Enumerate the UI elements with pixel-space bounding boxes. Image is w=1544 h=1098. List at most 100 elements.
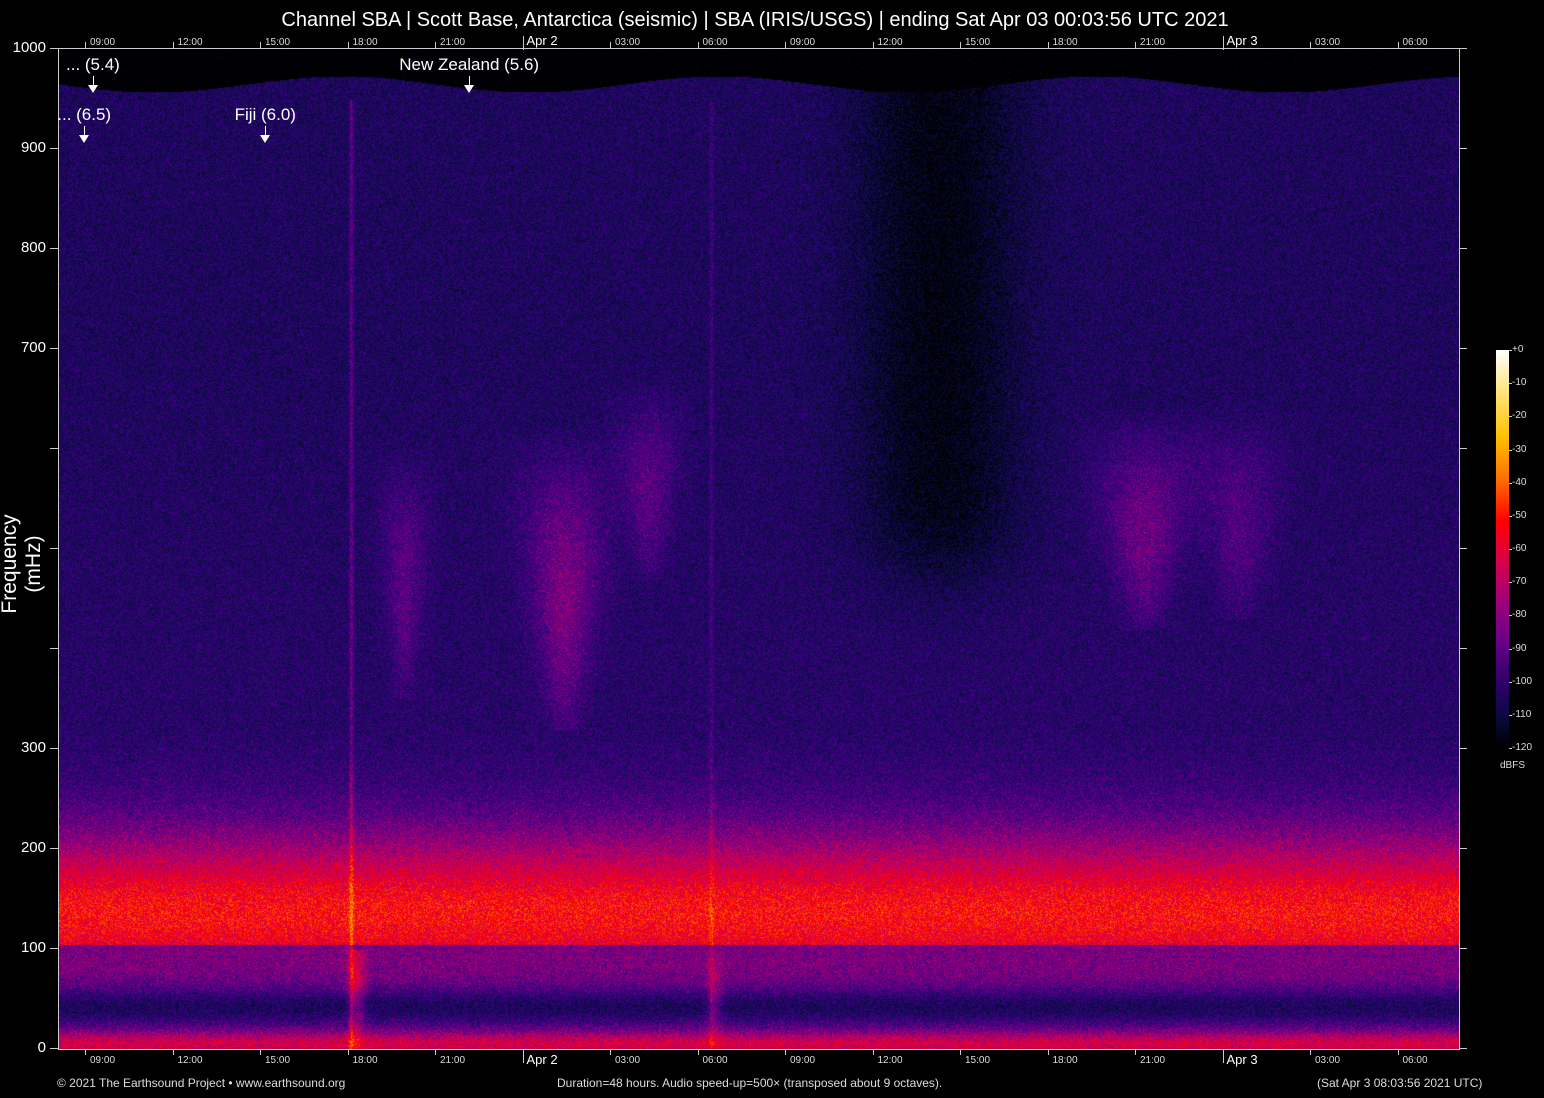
x-tick-bottom [348, 1049, 349, 1055]
footer-duration: Duration=48 hours. Audio speed-up=500× (… [557, 1076, 942, 1090]
colorbar-tick-label: +0 [1512, 344, 1523, 355]
y-tick [50, 548, 58, 549]
footer-end-time: (Sat Apr 3 08:03:56 2021 UTC) [1317, 1076, 1482, 1090]
y-axis-title: Frequency (mHz) [0, 484, 46, 644]
y-tick [50, 848, 58, 849]
x-tick-bottom [1135, 1049, 1136, 1055]
x-tick-label-top: 12:00 [878, 37, 903, 48]
event-arrowhead-icon [464, 85, 474, 93]
spectrogram-canvas [59, 49, 1459, 1049]
x-tick-top [610, 42, 611, 48]
y-tick-right [1459, 648, 1467, 649]
x-tick-label-bottom: 18:00 [353, 1055, 378, 1066]
y-tick-right [1459, 248, 1467, 249]
x-tick-label-top: 15:00 [265, 37, 290, 48]
colorbar-tick-label: -120 [1512, 742, 1532, 753]
event-annotation: ... (6.5) [57, 105, 111, 125]
x-tick-label-bottom: Apr 3 [1227, 1052, 1258, 1067]
colorbar-tick-label: -60 [1512, 543, 1526, 554]
x-tick-bottom [610, 1049, 611, 1055]
colorbar [1496, 350, 1509, 748]
event-annotation: New Zealand (5.6) [399, 55, 539, 75]
x-tick-top [1135, 42, 1136, 48]
x-tick-top [523, 36, 524, 50]
x-tick-label-bottom: 09:00 [790, 1055, 815, 1066]
x-tick-top [698, 42, 699, 48]
x-tick-top [435, 42, 436, 48]
x-tick-top [873, 42, 874, 48]
y-tick-label: 0 [2, 1039, 46, 1056]
x-tick-label-top: 03:00 [1315, 37, 1340, 48]
x-tick-label-top: 21:00 [440, 37, 465, 48]
x-tick-label-bottom: 18:00 [1053, 1055, 1078, 1066]
colorbar-tick-label: -50 [1512, 510, 1526, 521]
x-tick-label-bottom: 21:00 [440, 1055, 465, 1066]
y-tick-label: 300 [2, 739, 46, 756]
x-tick-label-bottom: 12:00 [178, 1055, 203, 1066]
x-tick-label-top: 03:00 [615, 37, 640, 48]
x-tick-bottom [523, 1049, 524, 1063]
colorbar-tick-label: -80 [1512, 609, 1526, 620]
y-tick [50, 148, 58, 149]
y-tick-right [1459, 748, 1467, 749]
x-tick-label-bottom: 12:00 [878, 1055, 903, 1066]
x-tick-top [85, 42, 86, 48]
y-tick-label: 1000 [2, 39, 46, 56]
colorbar-tick-label: -100 [1512, 676, 1532, 687]
x-tick-top [1310, 42, 1311, 48]
x-tick-label-top: 15:00 [965, 37, 990, 48]
x-tick-label-top: 06:00 [1403, 37, 1428, 48]
x-tick-label-top: 09:00 [90, 37, 115, 48]
x-tick-label-top: 06:00 [703, 37, 728, 48]
x-tick-top [1048, 42, 1049, 48]
y-tick [50, 1048, 58, 1049]
footer-copyright: © 2021 The Earthsound Project • www.eart… [57, 1076, 345, 1090]
x-tick-top [173, 42, 174, 48]
x-tick-top [260, 42, 261, 48]
y-tick-right [1459, 548, 1467, 549]
x-tick-label-bottom: Apr 2 [527, 1052, 558, 1067]
colorbar-tick-label: -30 [1512, 444, 1526, 455]
x-tick-top [1398, 42, 1399, 48]
event-annotation: Fiji (6.0) [235, 105, 296, 125]
colorbar-label: dBFS [1500, 760, 1525, 771]
x-tick-bottom [1310, 1049, 1311, 1055]
event-arrowhead-icon [88, 85, 98, 93]
colorbar-tick-label: -70 [1512, 576, 1526, 587]
y-tick-right [1459, 848, 1467, 849]
x-tick-label-bottom: 15:00 [265, 1055, 290, 1066]
y-tick [50, 48, 58, 49]
y-tick [50, 348, 58, 349]
x-tick-label-top: Apr 3 [1227, 33, 1258, 48]
y-tick-right [1459, 148, 1467, 149]
colorbar-tick-label: -40 [1512, 477, 1526, 488]
x-tick-top [960, 42, 961, 48]
x-tick-bottom [260, 1049, 261, 1055]
y-tick [50, 448, 58, 449]
x-tick-label-bottom: 15:00 [965, 1055, 990, 1066]
y-tick-right [1459, 448, 1467, 449]
x-tick-label-top: 12:00 [178, 37, 203, 48]
y-tick [50, 648, 58, 649]
x-tick-label-bottom: 21:00 [1140, 1055, 1165, 1066]
y-tick-label: 200 [2, 839, 46, 856]
y-tick [50, 948, 58, 949]
x-tick-label-top: 21:00 [1140, 37, 1165, 48]
event-arrowhead-icon [260, 135, 270, 143]
x-tick-bottom [85, 1049, 86, 1055]
x-tick-label-top: 09:00 [790, 37, 815, 48]
spectrogram-plot [58, 48, 1460, 1050]
x-tick-top [785, 42, 786, 48]
x-tick-label-bottom: 06:00 [1403, 1055, 1428, 1066]
x-tick-bottom [698, 1049, 699, 1055]
y-tick-label: 800 [2, 239, 46, 256]
y-tick-right [1459, 1048, 1467, 1049]
y-tick-right [1459, 48, 1467, 49]
x-tick-bottom [873, 1049, 874, 1055]
x-tick-label-bottom: 09:00 [90, 1055, 115, 1066]
y-tick-right [1459, 348, 1467, 349]
x-tick-label-top: Apr 2 [527, 33, 558, 48]
y-tick [50, 748, 58, 749]
x-tick-label-bottom: 03:00 [1315, 1055, 1340, 1066]
x-tick-label-top: 18:00 [353, 37, 378, 48]
